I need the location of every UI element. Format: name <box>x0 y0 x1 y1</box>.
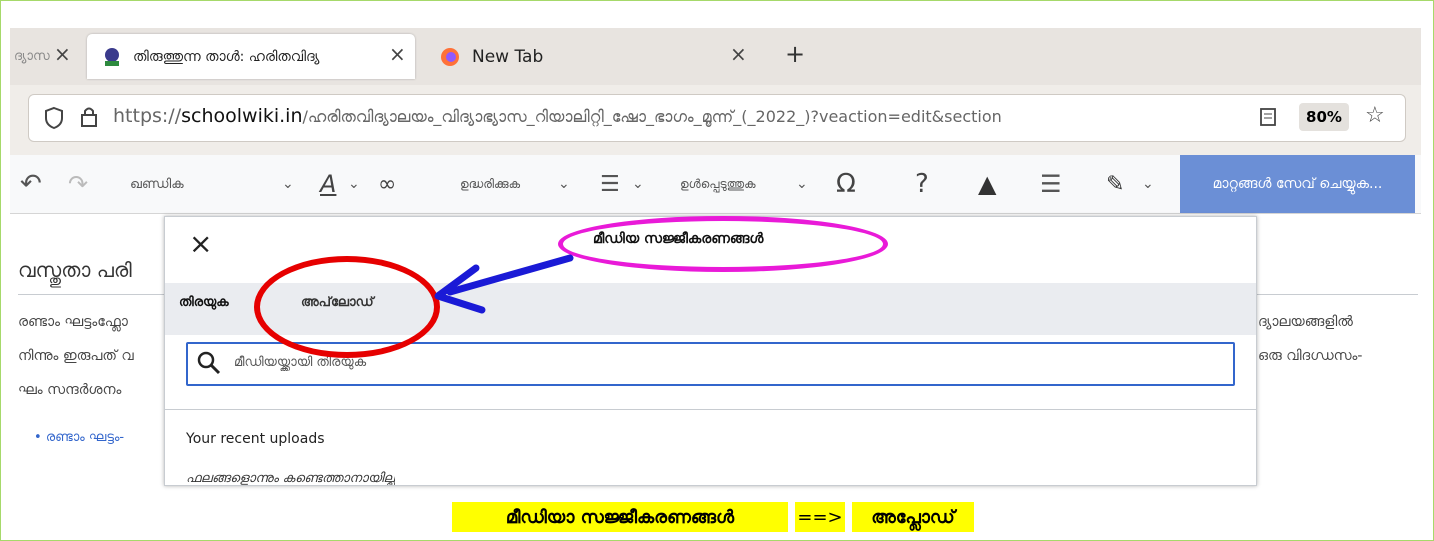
paragraph-line: ഒരു വിദഗ്ധസം- <box>1258 348 1363 364</box>
chevron-down-icon[interactable]: ⌄ <box>632 155 644 213</box>
list-icon[interactable]: ☰ <box>600 155 620 213</box>
bullet-link[interactable]: • രണ്ടാം ഘട്ടം- <box>34 430 124 445</box>
wiki-favicon-icon <box>101 46 123 68</box>
url-domain: schoolwiki.in <box>181 105 303 127</box>
redo-icon[interactable]: ↷ <box>68 155 88 213</box>
undo-icon[interactable]: ↶ <box>20 155 42 213</box>
reader-view-icon[interactable] <box>1259 107 1277 131</box>
recent-uploads-heading: Your recent uploads <box>186 431 325 447</box>
tab-search[interactable]: തിരയുക <box>179 295 229 310</box>
bookmark-star-icon[interactable]: ☆ <box>1365 103 1385 128</box>
url-path: /ഹരിതവിദ്യാലയം_വിദ്യാഭ്യാസ_റിയാലിറ്റി_ഷോ… <box>302 107 1002 126</box>
annotation-arrow-icon <box>434 254 574 314</box>
link-icon[interactable]: ∞ <box>378 155 396 213</box>
menu-icon[interactable]: ☰ <box>1040 155 1062 213</box>
editor-toolbar: ↶ ↷ ഖണ്ഡിക ⌄ A ⌄ ∞ ഉദ്ധരിക്കുക ⌄ ☰ ⌄ ഉൾപ… <box>10 155 1421 214</box>
close-dialog-button[interactable]: × <box>189 227 212 260</box>
shield-icon[interactable] <box>43 106 65 134</box>
new-tab-button[interactable]: + <box>785 40 805 68</box>
chevron-down-icon[interactable]: ⌄ <box>282 155 294 213</box>
bullet-text: രണ്ടാം ഘട്ടം- <box>45 430 125 445</box>
annotation-ellipse-title <box>558 216 888 272</box>
url-text[interactable]: https://schoolwiki.in/ഹരിതവിദ്യാലയം_വിദ്… <box>113 105 1283 131</box>
caption-media-settings: മീഡിയാ സജ്ജീകരണങ്ങൾ <box>452 502 788 532</box>
section-heading: വസ്തുതാ പരി <box>18 258 132 282</box>
cite-dropdown[interactable]: ഉദ്ധരിക്കുക <box>460 155 520 213</box>
pencil-icon[interactable]: ✎ <box>1106 155 1124 213</box>
close-tab-icon[interactable]: × <box>389 42 406 66</box>
close-tab-icon[interactable]: × <box>730 42 747 66</box>
tab-title: ദ്യാസ <box>14 49 50 64</box>
tab-title: തിരുത്തുന്ന താൾ: ഹരിതവിദ്യ <box>133 48 320 65</box>
chevron-down-icon[interactable]: ⌄ <box>558 155 570 213</box>
chevron-down-icon[interactable]: ⌄ <box>796 155 808 213</box>
paragraph-line: രണ്ടാം ഘട്ടംഫ്ലോ <box>18 314 128 330</box>
warning-icon[interactable]: ▲ <box>978 155 996 213</box>
special-character-button[interactable]: Ω <box>836 155 856 213</box>
help-button[interactable]: ? <box>915 155 929 213</box>
navigation-bar: https://schoolwiki.in/ഹരിതവിദ്യാലയം_വിദ്… <box>10 85 1421 155</box>
chevron-down-icon[interactable]: ⌄ <box>1142 155 1154 213</box>
search-icon <box>196 350 222 380</box>
chevron-down-icon[interactable]: ⌄ <box>348 155 360 213</box>
insert-dropdown[interactable]: ഉൾപ്പെടുത്തുക <box>680 155 756 213</box>
url-scheme: https:// <box>113 105 182 127</box>
paragraph-line: നിന്നും ഇരുപത് വ <box>18 348 134 364</box>
caption-upload: അപ്ലോഡ് <box>852 502 974 532</box>
browser-tab-bar: ദ്യാസ × തിരുത്തുന്ന താൾ: ഹരിതവിദ്യ × New… <box>10 28 1421 85</box>
lock-icon[interactable] <box>79 105 99 133</box>
browser-tab-newtab[interactable]: New Tab × <box>430 34 770 79</box>
paragraph-line: ഘം സന്ദർശനം <box>18 382 122 398</box>
dialog-divider <box>165 409 1256 410</box>
firefox-icon <box>440 47 460 67</box>
text-style-icon[interactable]: A <box>320 155 336 213</box>
browser-tab-previous[interactable]: ദ്യാസ × <box>10 34 82 79</box>
address-bar[interactable]: https://schoolwiki.in/ഹരിതവിദ്യാലയം_വിദ്… <box>28 94 1406 142</box>
close-tab-icon[interactable]: × <box>54 42 71 66</box>
paragraph-format-dropdown[interactable]: ഖണ്ഡിക <box>130 155 184 213</box>
browser-tab-edit[interactable]: തിരുത്തുന്ന താൾ: ഹരിതവിദ്യ × <box>87 34 415 79</box>
tab-title: New Tab <box>472 46 544 67</box>
zoom-level-badge[interactable]: 80% <box>1299 103 1349 131</box>
caption-arrow: ==> <box>795 502 845 532</box>
no-results-text: ഫലങ്ങളൊന്നും കണ്ടെത്താനായില്ല <box>186 471 395 485</box>
annotation-ellipse-upload <box>254 256 440 358</box>
paragraph-line: ദ്യാലയങ്ങളിൽ <box>1258 314 1353 330</box>
save-changes-button[interactable]: മാറ്റങ്ങൾ സേവ് ചെയ്യുക... <box>1180 155 1415 213</box>
